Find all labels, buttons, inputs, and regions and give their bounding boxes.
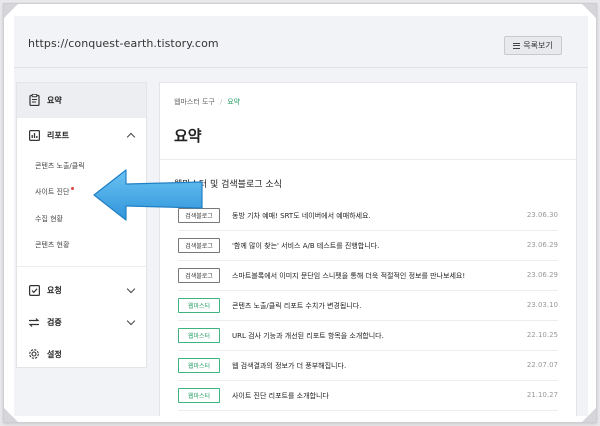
sidebar-item-label: 설정 xyxy=(47,349,62,359)
news-row[interactable]: 검색블로그 동방 기차 예매! SRT도 네이버에서 예매하세요. 23.06.… xyxy=(178,201,558,231)
sidebar-item-label: 요청 xyxy=(47,285,62,295)
news-tag: 웹마스터 xyxy=(178,298,220,313)
check-square-icon xyxy=(27,283,41,297)
news-tag: 웹마스터 xyxy=(178,358,220,373)
clipboard-icon xyxy=(27,93,41,107)
news-row[interactable]: 검색블로그 스마트블록에서 이미지 문단임 스니펫을 통해 더욱 적절적인 정보… xyxy=(178,261,558,291)
news-date: 22.10.25 xyxy=(526,331,558,339)
news-tag: 검색블로그 xyxy=(178,268,220,283)
sidebar-item-request[interactable]: 요청 xyxy=(17,273,146,307)
breadcrumb-separator: / xyxy=(219,98,223,106)
news-title[interactable]: 사이트 진단 리포트를 소개합니다 xyxy=(232,391,516,401)
news-date: 21.10.27 xyxy=(526,391,558,399)
news-title[interactable]: 콘텐츠 노출/클릭 리포트 수치가 변경됩니다. xyxy=(232,301,516,311)
screenshot-frame: https://conquest-earth.tistory.com 목록보기 … xyxy=(3,3,597,423)
news-title[interactable]: 웹 검색결과의 정보가 더 풍부해집니다. xyxy=(232,361,516,371)
news-date: 23.06.30 xyxy=(526,211,558,219)
news-tag: 웹마스터 xyxy=(178,388,220,403)
news-row[interactable]: 웹마스터 콘텐츠 노출/클릭 리포트 수치가 변경됩니다. 23.03.10 xyxy=(178,291,558,321)
news-title[interactable]: 스마트블록에서 이미지 문단임 스니펫을 통해 더욱 적절적인 정보를 만나보세… xyxy=(232,271,516,281)
news-title[interactable]: '함께 많이 찾는' 서비스 A/B 테스트를 진행합니다. xyxy=(232,241,516,251)
sidebar-subitem-content-status[interactable]: 콘텐츠 현황 xyxy=(35,240,69,250)
news-date: 22.07.07 xyxy=(526,361,558,369)
news-tag: 웹마스터 xyxy=(178,328,220,343)
site-url: https://conquest-earth.tistory.com xyxy=(28,37,219,50)
site-header: https://conquest-earth.tistory.com 목록보기 xyxy=(14,16,588,68)
divider xyxy=(17,266,146,267)
gear-icon xyxy=(27,347,41,361)
news-date: 23.06.29 xyxy=(526,241,558,249)
swap-icon xyxy=(27,315,41,329)
news-row[interactable]: 검색블로그 '함께 많이 찾는' 서비스 A/B 테스트를 진행합니다. 23.… xyxy=(178,231,558,261)
news-tag: 검색블로그 xyxy=(178,238,220,253)
sidebar-item-label: 리포트 xyxy=(47,130,70,140)
breadcrumb-root[interactable]: 웹마스터 도구 xyxy=(174,98,215,106)
sidebar-item-settings[interactable]: 설정 xyxy=(17,337,146,371)
sidebar-subitem-collection-status[interactable]: 수집 현황 xyxy=(35,214,63,224)
page-title: 요약 xyxy=(174,127,202,145)
news-date: 23.06.29 xyxy=(526,271,558,279)
chevron-down-icon xyxy=(126,316,136,326)
sidebar-subitem-content-exposure[interactable]: 콘텐츠 노출/클릭 xyxy=(35,161,85,171)
news-title[interactable]: 동방 기차 예매! SRT도 네이버에서 예매하세요. xyxy=(232,211,516,221)
list-view-button[interactable]: 목록보기 xyxy=(504,36,562,55)
news-row[interactable]: 웹마스터 URL 검사 기능과 개선된 리포트 항목을 소개합니다. 22.10… xyxy=(178,321,558,351)
main-panel: 웹마스터 도구 / 요약 요약 웹마스터 및 검색블로그 소식 검색블로그 동방 기… xyxy=(159,82,577,416)
webmaster-page: https://conquest-earth.tistory.com 목록보기 … xyxy=(14,16,588,416)
breadcrumb-current: 요약 xyxy=(227,98,241,106)
news-title[interactable]: URL 검사 기능과 개선된 리포트 항목을 소개합니다. xyxy=(232,331,516,341)
list-view-button-label: 목록보기 xyxy=(523,41,553,50)
menu-icon xyxy=(513,42,521,49)
sidebar-item-label: 검증 xyxy=(47,317,62,327)
breadcrumb: 웹마스터 도구 / 요약 xyxy=(174,97,240,107)
news-row[interactable]: 웹마스터 웹 검색결과의 정보가 더 풍부해집니다. 22.07.07 xyxy=(178,351,558,381)
sidebar: 요약 리포트 콘텐츠 노출/클릭 사이트 진단 수집 현황 콘텐츠 현황 요청 … xyxy=(16,82,147,368)
news-row[interactable]: 웹마스터 사이트 진단 리포트를 소개합니다 21.10.27 xyxy=(178,381,558,411)
sidebar-item-verify[interactable]: 검증 xyxy=(17,305,146,339)
sidebar-subitem-site-diagnosis[interactable]: 사이트 진단 xyxy=(35,187,75,197)
chart-icon xyxy=(27,128,41,142)
sidebar-item-label: 요약 xyxy=(47,95,62,105)
sidebar-subitem-label: 사이트 진단 xyxy=(35,188,70,196)
new-badge-dot xyxy=(71,187,75,190)
sidebar-item-report[interactable]: 리포트 xyxy=(17,118,146,152)
highlight-arrow-icon xyxy=(93,169,203,221)
chevron-up-icon xyxy=(126,132,136,142)
divider xyxy=(160,159,576,160)
sidebar-item-summary[interactable]: 요약 xyxy=(17,83,146,117)
news-date: 23.03.10 xyxy=(526,301,558,309)
chevron-down-icon xyxy=(126,284,136,294)
